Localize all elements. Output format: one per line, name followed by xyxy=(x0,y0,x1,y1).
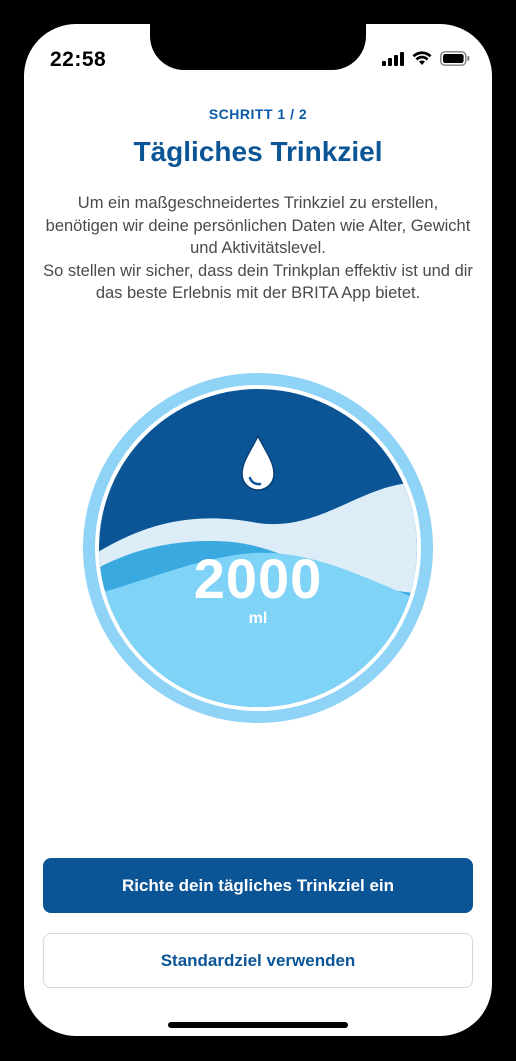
status-time: 22:58 xyxy=(50,48,107,71)
goal-unit: ml xyxy=(248,610,268,627)
page-title: Tägliches Trinkziel xyxy=(133,136,383,167)
description-paragraph-1: Um ein maßgeschneidertes Trinkziel zu er… xyxy=(45,194,471,257)
goal-value: 2000 xyxy=(193,547,323,610)
notch xyxy=(150,24,366,70)
home-indicator[interactable] xyxy=(168,1022,348,1028)
phone-screen: 22:58 SCHRITT 1 / 2 Tägliches Trinkziel … xyxy=(24,24,492,1036)
signal-icon xyxy=(382,51,404,66)
water-goal-gauge: 2000 ml xyxy=(82,372,434,724)
use-default-goal-button[interactable]: Standardziel verwenden xyxy=(43,933,473,988)
step-indicator: SCHRITT 1 / 2 xyxy=(208,106,308,122)
status-icons xyxy=(382,51,470,66)
description-paragraph-2: So stellen wir sicher, dass dein Trinkpl… xyxy=(43,261,473,303)
description: Um ein maßgeschneidertes Trinkziel zu er… xyxy=(42,192,474,305)
battery-icon xyxy=(440,51,470,66)
set-goal-button[interactable]: Richte dein tägliches Trinkziel ein xyxy=(43,858,473,913)
wifi-icon xyxy=(412,51,432,65)
